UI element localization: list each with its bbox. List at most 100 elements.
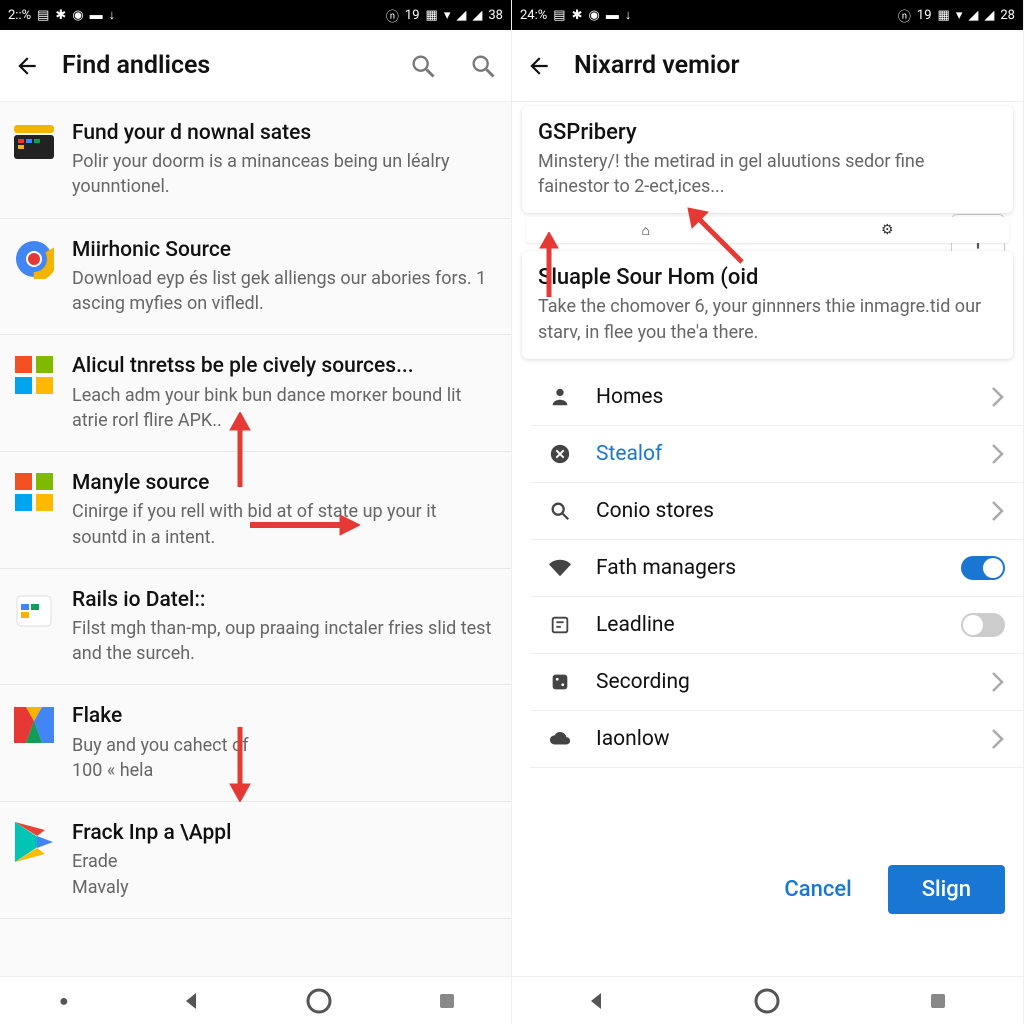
primary-button[interactable]: Slign (888, 865, 1005, 914)
signal2-icon: ◢ (472, 8, 482, 23)
doc-icon: ▤ (553, 8, 565, 23)
page-title: Find andlices (62, 51, 377, 80)
chevron-right-icon (991, 671, 1005, 693)
nav-home[interactable] (304, 986, 334, 1016)
card-gspribery[interactable]: GSPribery Minstery/! the metirad in gel … (522, 106, 1013, 213)
app-icon (12, 703, 56, 747)
wifi-icon: ▾ (444, 8, 451, 23)
chevron-right-icon (991, 386, 1005, 408)
list-item[interactable]: Flake Buy and you cahect of100 « hela (0, 685, 511, 802)
status-bar: 2::% ▤ ✱ ◉ ▬ ↓ ⓝ 19 ▦ ▾ ◢ ◢ 38 (0, 0, 511, 30)
nfc-icon: ⓝ (386, 6, 399, 25)
item-desc: EradeMavaly (72, 849, 495, 899)
item-title: Manyle source (72, 470, 495, 497)
item-title: Frack Inp a \Appl (72, 820, 495, 847)
setting-label: Leadline (596, 613, 961, 637)
settings-item[interactable]: Homes (530, 369, 1023, 426)
camera-icon: ◉ (589, 8, 600, 23)
item-title: Fund your d nownal sates (72, 120, 495, 147)
item-title: Miirhonic Source (72, 237, 495, 264)
search-icon[interactable] (409, 52, 437, 80)
card-title: GSPribery (538, 120, 997, 145)
setting-label: Secording (596, 670, 991, 694)
toggle-switch[interactable] (961, 613, 1005, 637)
screen-right: 24:% ▤ ✱ ◉ ▬ ↓ ⓝ 19 ▦ ▾ ◢ ◢ 28 Nixarrd v… (512, 0, 1024, 1024)
cancel-button[interactable]: Cancel (768, 867, 867, 912)
status-battery: 28 (1000, 8, 1015, 23)
nav-back[interactable] (582, 986, 612, 1016)
right-content: GSPribery Minstery/! the metirad in gel … (512, 102, 1023, 976)
item-desc: Buy and you cahect of100 « hela (72, 733, 495, 783)
setting-icon (540, 728, 580, 750)
card-desc: Minstery/! the metirad in gel aluutions … (538, 149, 997, 199)
numeric-19-icon: 19 (405, 8, 420, 23)
card-sluaple[interactable]: Sluaple Sour Hom (oid Take the chomover … (522, 251, 1013, 358)
search-icon-2[interactable] (469, 52, 497, 80)
status-time: 24:% (520, 8, 547, 23)
settings-item[interactable]: Iaonlow (530, 711, 1023, 768)
item-title: Flake (72, 703, 495, 730)
card-title: Sluaple Sour Hom (oid (538, 265, 997, 290)
signal-icon: ◢ (456, 8, 466, 23)
setting-label: Fath managers (596, 556, 961, 580)
screen-left: 2::% ▤ ✱ ◉ ▬ ↓ ⓝ 19 ▦ ▾ ◢ ◢ 38 Find andl… (0, 0, 512, 1024)
list-item[interactable]: Rails io Datel::Filst mgh than-mp, oup p… (0, 569, 511, 686)
app-icon (12, 237, 56, 281)
page-title: Nixarrd vemior (574, 51, 1009, 80)
item-desc: Leach adm your bink bun dance morкer bou… (72, 383, 495, 433)
app-icon (12, 820, 56, 864)
bluetooth-icon: ✱ (55, 8, 66, 23)
back-icon[interactable] (526, 53, 552, 79)
back-icon[interactable] (14, 53, 40, 79)
setting-label: Homes (596, 385, 991, 409)
item-desc: Filst mgh than-mp, oup praaing inctaler … (72, 616, 495, 666)
setting-label: Iaonlow (596, 727, 991, 751)
nav-bar: ● (0, 976, 511, 1024)
setting-icon (540, 671, 580, 693)
status-bar: 24:% ▤ ✱ ◉ ▬ ↓ ⓝ 19 ▦ ▾ ◢ ◢ 28 (512, 0, 1023, 30)
settings-item[interactable]: Stealof (530, 426, 1023, 483)
list-item[interactable]: Miirhonic SourceDownload eyp és list gek… (0, 219, 511, 336)
card-desc: Take the chomover 6, your ginnners thie … (538, 294, 997, 344)
list-item[interactable]: Alicul tnretss be ple cively sources...L… (0, 335, 511, 452)
signal-icon: ◢ (968, 8, 978, 23)
chevron-right-icon (991, 443, 1005, 465)
app-icon (12, 470, 56, 514)
status-time: 2::% (8, 8, 31, 23)
app-bar: Find andlices (0, 30, 511, 102)
setting-icon (540, 443, 580, 465)
app-icon (12, 353, 56, 397)
settings-item[interactable]: Leadline (530, 597, 1023, 654)
nav-dot[interactable]: ● (49, 986, 79, 1016)
doc-icon: ▤ (37, 8, 49, 23)
nav-recents[interactable] (432, 986, 462, 1016)
setting-label: Stealof (596, 442, 991, 466)
calendar-mini-icon: ▦ (938, 8, 950, 23)
status-battery: 38 (488, 8, 503, 23)
list-item[interactable]: Fund your d nownal satesPolir your doorm… (0, 102, 511, 219)
item-desc: Download eyp és list gek alliengs our ab… (72, 266, 495, 316)
nav-home[interactable] (752, 986, 782, 1016)
download-icon: ↓ (109, 7, 116, 23)
list-item[interactable]: Manyle sourceCinirge if you rell with bi… (0, 452, 511, 569)
nav-back[interactable] (177, 986, 207, 1016)
battery-rect-icon: ▬ (90, 7, 103, 23)
toggle-switch[interactable] (961, 556, 1005, 580)
numeric-19-icon: 19 (917, 8, 932, 23)
chevron-right-icon (991, 500, 1005, 522)
list-content: Fund your d nownal satesPolir your doorm… (0, 102, 511, 976)
wifi-icon: ▾ (956, 8, 963, 23)
nav-recents[interactable] (923, 986, 953, 1016)
calendar-mini-icon: ▦ (426, 8, 438, 23)
nfc-icon: ⓝ (898, 6, 911, 25)
list-item[interactable]: Frack Inp a \ApplEradeMavaly (0, 802, 511, 919)
setting-icon (540, 557, 580, 579)
app-icon (12, 587, 56, 631)
download-icon: ↓ (625, 7, 632, 23)
settings-item[interactable]: Fath managers (530, 540, 1023, 597)
setting-icon (540, 614, 580, 636)
settings-item[interactable]: Conio stores (530, 483, 1023, 540)
settings-item[interactable]: Secording (530, 654, 1023, 711)
bottom-actions: Cancel Slign (512, 851, 1023, 928)
battery-rect-icon: ▬ (606, 7, 619, 23)
